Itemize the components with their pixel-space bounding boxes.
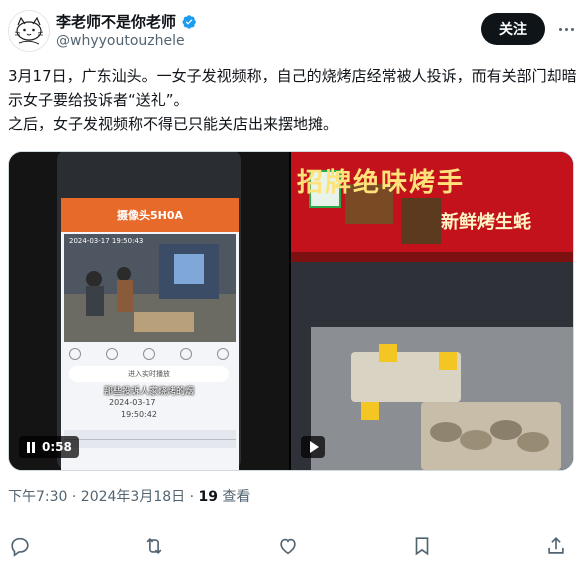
control-icon xyxy=(217,348,229,360)
verified-badge-icon xyxy=(182,14,196,29)
more-options-icon[interactable] xyxy=(554,20,578,38)
video-player-1[interactable]: 摄像头5H0A 2024-03-17 19:50:43 进入实时播放 那些投诉人… xyxy=(9,152,289,470)
camera-title: 摄像头5H0A xyxy=(61,198,239,232)
control-icon xyxy=(143,348,155,360)
tweet-timestamp[interactable]: 下午7:30 · 2024年3月18日 · xyxy=(8,489,199,505)
oyster-tray xyxy=(421,402,561,470)
reply-icon[interactable] xyxy=(9,535,31,557)
action-bar xyxy=(0,525,586,565)
timeline-track xyxy=(64,439,236,440)
tweet-paragraph: 3月17日，广东汕头。一女子发视频称，自己的烧烤店经常被人投诉，而有关部门却暗示… xyxy=(8,67,577,109)
playback-time: 19:50:42 xyxy=(121,410,157,419)
play-button[interactable] xyxy=(301,436,325,458)
shop-sign-text: 招牌绝味烤手 xyxy=(297,168,466,198)
tweet-text: 3月17日，广东汕头。一女子发视频称，自己的烧烤店经常被人投诉，而有关部门却暗示… xyxy=(8,64,580,136)
views-label: 查看 xyxy=(217,489,251,505)
retweet-icon[interactable] xyxy=(143,535,165,557)
playback-controls xyxy=(69,348,229,360)
video-caption-overlay: 那些投诉人家烧烤的烟 xyxy=(103,387,194,397)
view-count: 19 xyxy=(198,489,218,505)
control-icon xyxy=(180,348,192,360)
author-name-row[interactable]: 李老师不是你老师 xyxy=(56,11,197,32)
tweet-paragraph: 之后，女子发视频称不得已只能关店出来摆地摊。 xyxy=(8,115,339,133)
price-tag xyxy=(379,344,397,362)
shop-sign-subtext: 新鲜烤生蚝 xyxy=(441,212,531,233)
media-grid: 摄像头5H0A 2024-03-17 19:50:43 进入实时播放 那些投诉人… xyxy=(8,151,574,471)
playback-date: 2024-03-17 xyxy=(109,398,156,407)
video-duration-badge[interactable]: 0:58 xyxy=(19,436,79,458)
live-playback-button: 进入实时播放 xyxy=(69,366,229,382)
video-duration: 0:58 xyxy=(42,440,72,454)
author-display-name[interactable]: 李老师不是你老师 xyxy=(56,11,176,32)
author-handle[interactable]: @whyyoutouzhele xyxy=(56,33,185,49)
food-photo xyxy=(401,198,441,244)
follow-button[interactable]: 关注 xyxy=(481,13,545,45)
like-icon[interactable] xyxy=(277,535,299,557)
control-icon xyxy=(69,348,81,360)
camera-timestamp: 2024-03-17 19:50:43 xyxy=(69,237,144,245)
control-icon xyxy=(106,348,118,360)
surveillance-footage xyxy=(64,234,236,342)
avatar[interactable] xyxy=(8,10,50,52)
price-tag xyxy=(361,402,379,420)
cat-sketch-avatar-icon xyxy=(9,11,49,51)
price-tag xyxy=(439,352,457,370)
video-player-2[interactable]: 招牌绝味烤手 新鲜烤生蚝 xyxy=(291,152,573,470)
pause-icon[interactable] xyxy=(26,441,36,453)
bookmark-icon[interactable] xyxy=(411,535,433,557)
awning xyxy=(291,252,573,262)
share-icon[interactable] xyxy=(545,535,567,557)
tweet-meta: 下午7:30 · 2024年3月18日 · 19 查看 xyxy=(8,486,250,506)
play-icon[interactable] xyxy=(309,441,319,453)
